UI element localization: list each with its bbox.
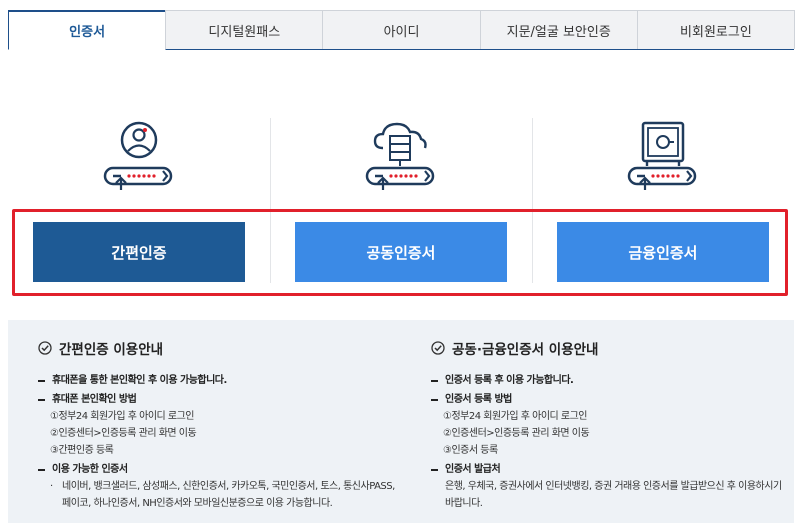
guide-step: ③간편인증 등록 xyxy=(50,445,114,456)
guide-step: ②인증센터>인증등록 관리 화면 이동 xyxy=(50,428,197,439)
guide-item: 이용 가능한 인증서 xyxy=(38,461,398,478)
guide-detail: 은행, 우체국, 증권사에서 인터넷뱅킹, 증권 거래용 인증서를 발급받으신 … xyxy=(445,481,782,509)
guide-step: ③인증서 등록 xyxy=(443,445,498,456)
guide-item: 인증서 등록 방법 xyxy=(431,391,791,408)
cloud-server-key-icon xyxy=(365,122,435,190)
tab-id[interactable]: 아이디 xyxy=(322,10,481,49)
highlight-box xyxy=(12,209,788,296)
guide-step: ①정부24 회원가입 후 아이디 로그인 xyxy=(50,411,195,422)
guide-item: 휴대폰 본인확인 방법 xyxy=(38,391,398,408)
guide-detail: 네이버, 뱅크샐러드, 삼성패스, 신한인증서, 카카오톡, 국민인증서, 토스… xyxy=(38,478,398,512)
tab-guest-login[interactable]: 비회원로그인 xyxy=(636,10,796,49)
usage-guide-panel: 간편인증 이용안내 휴대폰을 통한 본인확인 후 이용 가능합니다. 휴대폰 본… xyxy=(8,320,794,523)
tab-digital-onepass[interactable]: 디지털원패스 xyxy=(165,10,324,49)
guide-title: 공동·금융인증서 이용안내 xyxy=(431,338,791,358)
check-circle-icon xyxy=(431,341,445,355)
guide-item: 인증서 등록 후 이용 가능합니다. xyxy=(431,372,791,389)
joint-financial-guide: 공동·금융인증서 이용안내 인증서 등록 후 이용 가능합니다. 인증서 등록 … xyxy=(431,338,791,512)
safe-key-icon xyxy=(627,121,697,190)
guide-step: ②인증센터>인증등록 관리 화면 이동 xyxy=(443,428,590,439)
tab-biometric[interactable]: 지문/얼굴 보안인증 xyxy=(479,10,638,49)
guide-item: 휴대폰을 통한 본인확인 후 이용 가능합니다. xyxy=(38,372,398,389)
login-method-tabs: 인증서 디지털원패스 아이디 지문/얼굴 보안인증 비회원로그인 xyxy=(8,10,796,50)
tab-certificate[interactable]: 인증서 xyxy=(8,10,167,50)
guide-item: 인증서 발급처 xyxy=(431,461,791,478)
check-circle-icon xyxy=(38,341,52,355)
simple-auth-guide: 간편인증 이용안내 휴대폰을 통한 본인확인 후 이용 가능합니다. 휴대폰 본… xyxy=(38,338,398,512)
guide-title: 간편인증 이용안내 xyxy=(38,338,398,358)
guide-step: ①정부24 회원가입 후 아이디 로그인 xyxy=(443,411,588,422)
user-key-icon xyxy=(103,121,173,190)
